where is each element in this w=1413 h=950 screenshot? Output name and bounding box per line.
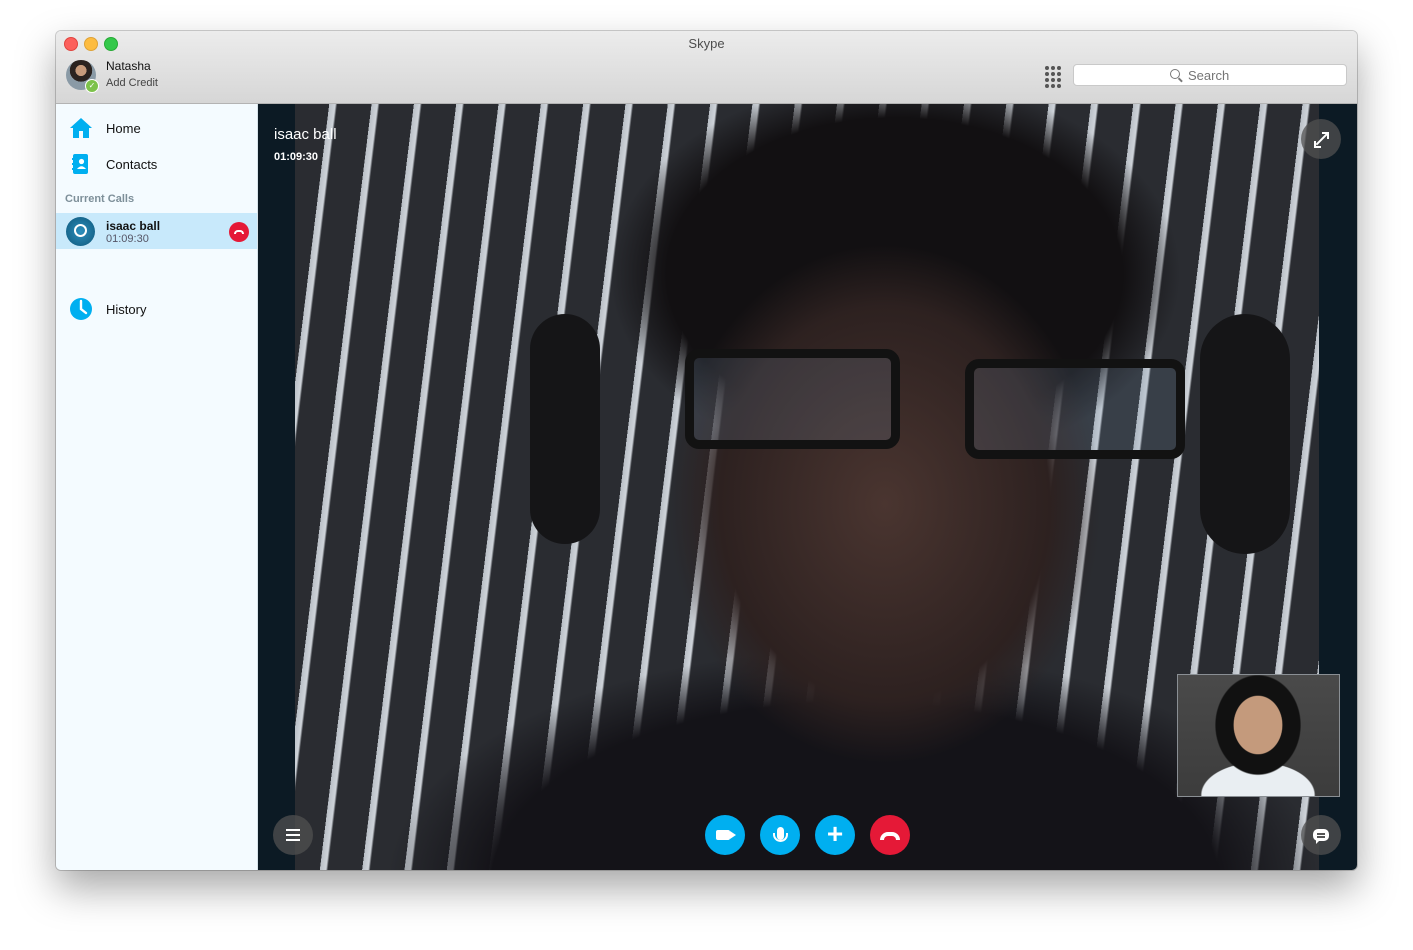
call-timer: 01:09:30 [274,151,319,163]
sidebar: Home Contacts Current Calls isaac ball 0… [56,104,258,870]
window-title: Skype [688,36,725,51]
toggle-video-button[interactable] [705,815,745,855]
toggle-mute-button[interactable] [760,815,800,855]
add-credit-link[interactable]: Add Credit [106,77,158,89]
call-phone-icon [74,224,87,237]
dialpad-icon[interactable] [1045,66,1063,88]
clock-icon [70,298,92,320]
plus-icon: + [826,817,844,849]
remote-video-detail [530,314,600,544]
chat-bubble-icon [1313,829,1329,844]
current-calls-heading: Current Calls [65,193,135,205]
microphone-icon [772,826,788,842]
home-icon [70,118,92,138]
call-contact-name: isaac ball [106,219,161,233]
remote-video-detail [1200,314,1290,554]
search-icon [1170,69,1180,79]
user-name[interactable]: Natasha [106,59,151,73]
video-icon [716,830,736,840]
add-participant-button[interactable]: + [815,815,855,855]
remote-participant-name: isaac ball [274,126,337,143]
search-field[interactable] [1073,64,1347,86]
search-input[interactable] [1186,66,1250,84]
sidebar-item-contacts[interactable]: Contacts [56,148,257,180]
menu-icon [286,829,300,841]
sidebar-item-label: Contacts [106,156,158,172]
call-duration: 01:09:30 [106,233,149,245]
sidebar-item-label: Home [106,120,141,136]
sidebar-item-history[interactable]: History [56,293,257,325]
remote-video-detail [965,359,1185,459]
self-video-preview[interactable] [1177,674,1340,797]
skype-window: Skype ✓ Natasha Add Credit Home [56,31,1357,870]
remote-video-feed [295,104,1319,870]
end-call-button-small[interactable] [229,222,249,242]
hang-up-button[interactable] [870,815,910,855]
fullscreen-button[interactable] [1301,119,1341,159]
sidebar-item-label: History [106,301,147,317]
expand-icon [1314,132,1329,148]
call-avatar [66,217,95,246]
remote-video-detail [685,349,900,449]
hang-up-icon [880,832,900,840]
call-menu-button[interactable] [273,815,313,855]
video-call-area: isaac ball 01:09:30 + [258,104,1357,870]
show-chat-button[interactable] [1301,815,1341,855]
presence-online-icon: ✓ [85,79,99,93]
sidebar-item-home[interactable]: Home [56,112,257,144]
contacts-icon [72,154,88,174]
title-bar: Skype ✓ Natasha Add Credit [56,31,1357,104]
current-call-item[interactable]: isaac ball 01:09:30 [56,213,257,249]
